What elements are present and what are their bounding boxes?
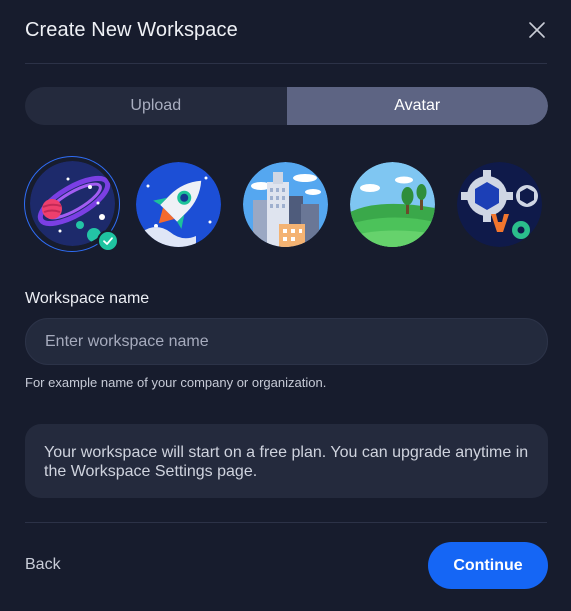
workspace-name-input[interactable] bbox=[25, 318, 548, 365]
dialog-header: Create New Workspace bbox=[25, 18, 547, 44]
footer-divider bbox=[25, 522, 547, 523]
avatar-option-city[interactable] bbox=[243, 162, 328, 247]
header-divider bbox=[25, 63, 547, 64]
avatar-source-toggle: Upload Avatar bbox=[25, 87, 548, 125]
avatar-option-rocket[interactable] bbox=[136, 162, 221, 247]
landscape-avatar-icon bbox=[350, 162, 435, 247]
workspace-name-label: Workspace name bbox=[25, 290, 150, 307]
gears-avatar-icon bbox=[457, 162, 542, 247]
back-button[interactable]: Back bbox=[25, 556, 61, 574]
avatar-option-gears[interactable] bbox=[457, 162, 542, 247]
selected-check-icon bbox=[97, 230, 119, 252]
avatar-option-landscape[interactable] bbox=[350, 162, 435, 247]
city-avatar-icon bbox=[243, 162, 328, 247]
rocket-avatar-icon bbox=[136, 162, 221, 247]
continue-button[interactable]: Continue bbox=[428, 542, 548, 589]
avatar-picker bbox=[24, 156, 548, 258]
close-icon bbox=[529, 22, 545, 38]
create-workspace-dialog: Create New Workspace Upload Avatar Works… bbox=[0, 0, 571, 611]
tab-avatar[interactable]: Avatar bbox=[286, 87, 548, 125]
free-plan-notice: Your workspace will start on a free plan… bbox=[25, 424, 548, 498]
tab-upload[interactable]: Upload bbox=[25, 87, 287, 125]
dialog-title: Create New Workspace bbox=[25, 19, 238, 41]
close-button[interactable] bbox=[527, 20, 547, 40]
workspace-name-hint: For example name of your company or orga… bbox=[25, 375, 327, 390]
